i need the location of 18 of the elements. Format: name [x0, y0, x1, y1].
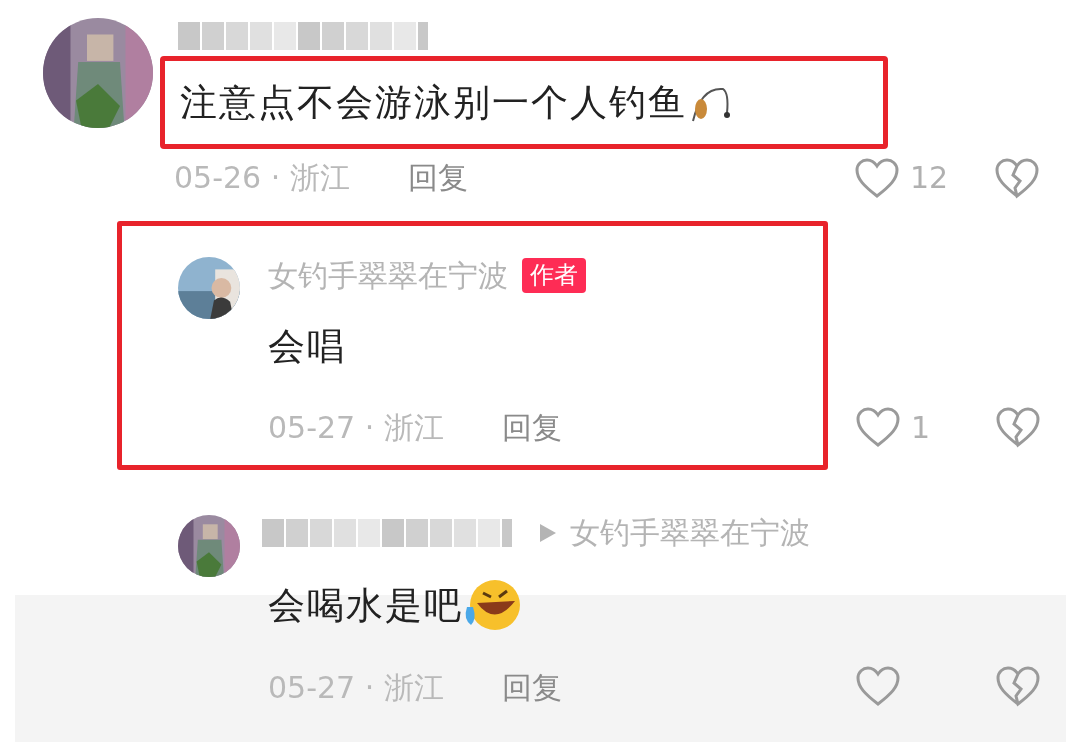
heart-icon[interactable]: [854, 156, 900, 199]
comment-text: 注意点不会游泳别一个人钓鱼: [180, 79, 687, 126]
reply-link[interactable]: 回复: [501, 404, 562, 450]
comment-meta: 05-26 · 浙江: [174, 159, 350, 197]
reply-text: 会喝水是吧: [268, 582, 463, 629]
like-count: 1: [911, 408, 931, 447]
author-name[interactable]: 女钓手翠翠在宁波: [268, 252, 508, 298]
like-count: 12: [910, 159, 949, 197]
heart-icon[interactable]: [855, 406, 901, 448]
comment-meta: 05-27 · 浙江: [268, 408, 444, 447]
comment-meta: 05-27 · 浙江: [268, 668, 444, 707]
author-badge: 作者: [522, 257, 586, 293]
reply-arrow-icon: [540, 523, 556, 542]
reply-target-name[interactable]: 女钓手翠翠在宁波: [570, 510, 810, 555]
reply-link[interactable]: 回复: [407, 155, 468, 200]
reply-link[interactable]: 回复: [501, 664, 562, 710]
reply-text: 会唱: [268, 324, 346, 370]
heart-icon[interactable]: [855, 664, 901, 707]
